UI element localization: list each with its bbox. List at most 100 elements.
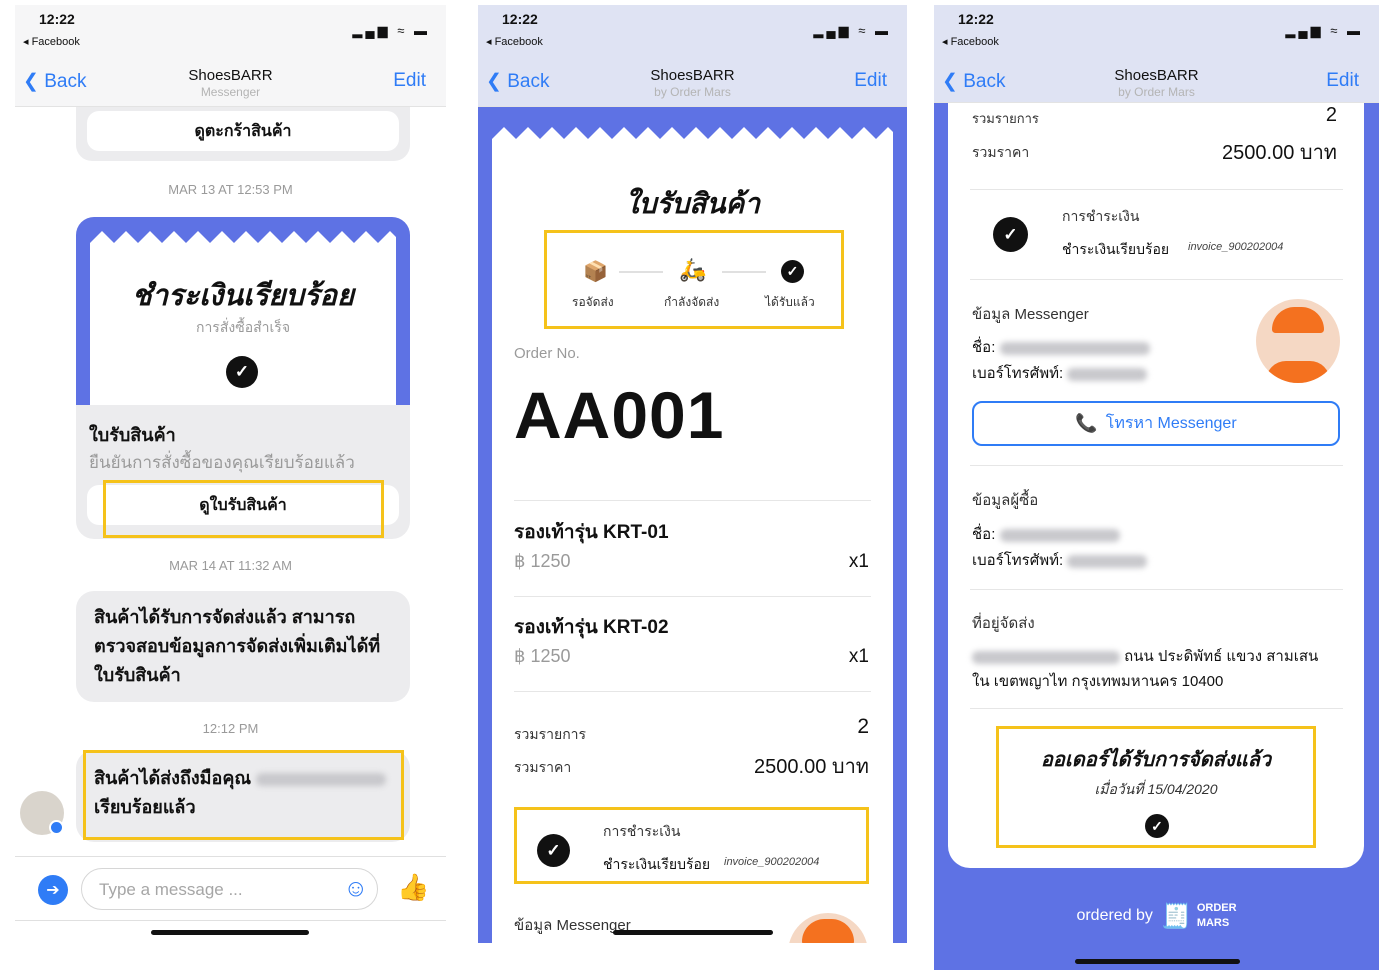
- signal-wifi-battery-icon: ▂▄▆ ≈ ▬: [813, 23, 891, 38]
- redacted-name: [999, 341, 1150, 355]
- back-to-facebook[interactable]: ◂ Facebook: [486, 35, 543, 48]
- phone-label: เบอร์โทรศัพท์:: [972, 365, 1064, 382]
- view-cart-button[interactable]: ดูตะกร้าสินค้า: [87, 111, 399, 151]
- payment-label: การชำระเงิน: [1062, 208, 1140, 224]
- address-section-label: ที่อยู่จัดส่ง: [972, 615, 1035, 632]
- redacted-address: [972, 650, 1120, 664]
- edit-button[interactable]: Edit: [393, 70, 426, 92]
- receipt-title: ใบรับสินค้า: [625, 188, 760, 219]
- orange-cap: [1272, 307, 1324, 333]
- name-label: ชื่อ:: [972, 526, 996, 543]
- brand-bottom: MARS: [1196, 917, 1230, 929]
- order-number: AA001: [514, 378, 725, 452]
- divider: [514, 691, 871, 692]
- name-label: ชื่อ:: [972, 339, 996, 356]
- chat-subtitle: Messenger: [200, 85, 261, 99]
- messenger-avatar: [1256, 299, 1340, 383]
- call-messenger-button[interactable]: 📞 โทรหา Messenger: [972, 401, 1340, 446]
- item-name: รองเท้ารุ่น KRT-01: [514, 522, 669, 543]
- invoice-number: invoice_900202004: [724, 856, 820, 868]
- emoji-icon[interactable]: ☺: [343, 875, 368, 903]
- orange-cap: [802, 919, 854, 943]
- page-title: ShoesBARR: [1114, 67, 1199, 84]
- back-to-facebook[interactable]: ◂ Facebook: [23, 35, 80, 48]
- order-label: Order No.: [514, 345, 580, 362]
- address-line-1: ถนน ประดิพัทธ์ แขวง สามเสน: [972, 644, 1318, 668]
- card-description: ยืนยันการสั่งซื้อของคุณเรียบร้อยแล้ว: [89, 453, 355, 472]
- shipped-message-bubble: สินค้าได้รับการจัดส่งแล้ว สามารถตรวจสอบข…: [76, 591, 410, 702]
- message-input[interactable]: Type a message ... ☺: [81, 868, 378, 910]
- phone-receipt-bottom: 12:22 ◂ Facebook ▂▄▆ ≈ ▬ ❮ Back ShoesBAR…: [934, 5, 1379, 970]
- step-line: [619, 271, 663, 273]
- status-time: 12:22: [958, 11, 994, 27]
- package-icon: 📦: [583, 261, 608, 283]
- buyer-name-row: ชื่อ:: [972, 522, 1120, 546]
- status-bar: 12:22 ◂ Facebook ▂▄▆ ≈ ▬: [478, 5, 907, 55]
- edit-button[interactable]: Edit: [854, 70, 887, 92]
- total-items-label: รวมรายการ: [972, 111, 1039, 126]
- phone-label: เบอร์โทรศัพท์:: [972, 552, 1064, 569]
- home-indicator[interactable]: [151, 930, 309, 935]
- redacted-phone: [1067, 554, 1148, 568]
- address-street: ถนน ประดิพัทธ์ แขวง สามเสน: [1124, 648, 1319, 665]
- avatar: [20, 791, 64, 835]
- check-icon: ✓: [781, 260, 804, 283]
- divider: [514, 500, 871, 501]
- payment-label: การชำระเงิน: [603, 823, 681, 839]
- nav-bar: ❮ Back ShoesBARR by Order Mars Edit: [478, 55, 907, 107]
- status-bar: 12:22 ◂ Facebook ▂▄▆ ≈ ▬: [934, 5, 1379, 55]
- edit-button[interactable]: Edit: [1326, 70, 1359, 92]
- payment-status: ชำระเงินเรียบร้อย: [603, 856, 711, 872]
- back-to-facebook[interactable]: ◂ Facebook: [942, 35, 999, 48]
- card-title: ใบรับสินค้า: [89, 425, 176, 445]
- total-items-value: 2: [1325, 104, 1337, 126]
- divider: [15, 920, 446, 921]
- invoice-number: invoice_900202004: [1188, 241, 1284, 253]
- card-banner: ชำระเงินเรียบร้อย การสั่งซื้อสำเร็จ ✓: [76, 217, 410, 405]
- scooter-icon: 🛵: [679, 257, 707, 282]
- phone-messenger-chat: 12:22 ◂ Facebook ▂▄▆ ≈ ▬ ❮ Back ShoesBAR…: [15, 5, 446, 940]
- total-items-value: 2: [857, 715, 869, 738]
- divider: [970, 279, 1343, 280]
- signal-wifi-battery-icon: ▂▄▆ ≈ ▬: [352, 23, 430, 38]
- buyer-phone-row: เบอร์โทรศัพท์:: [972, 548, 1148, 572]
- call-button-label: โทรหา Messenger: [1105, 415, 1237, 432]
- shipped-box: ออเดอร์ได้รับการจัดส่งแล้ว เมื่อวันที่ 1…: [996, 726, 1316, 848]
- item-name: รองเท้ารุ่น KRT-02: [514, 617, 669, 638]
- shipped-date: เมื่อวันที่ 15/04/2020: [1094, 781, 1218, 797]
- phone-icon: 📞: [1075, 413, 1098, 433]
- home-indicator[interactable]: [613, 930, 773, 935]
- home-indicator[interactable]: [1075, 959, 1240, 964]
- shipped-title: ออเดอร์ได้รับการจัดส่งแล้ว: [1040, 749, 1272, 771]
- expand-arrow-icon[interactable]: ➔: [38, 875, 68, 905]
- item-price: ฿ 1250: [514, 646, 571, 666]
- signal-wifi-battery-icon: ▂▄▆ ≈ ▬: [1285, 23, 1363, 38]
- status-steps: 📦 🛵 ✓ รอจัดส่ง กำลังจัดส่ง ได้รับแล้ว: [544, 230, 844, 329]
- message-placeholder: Type a message ...: [99, 880, 243, 899]
- payment-box: ✓ การชำระเงิน ชำระเงินเรียบร้อย invoice_…: [514, 807, 869, 884]
- nav-bar: ❮ Back ShoesBARR Messenger Edit: [15, 55, 446, 107]
- total-price-value: 2500.00 บาท: [1222, 142, 1337, 164]
- paid-subtitle: การสั่งซื้อสำเร็จ: [195, 319, 291, 335]
- address-line-2: ใน เขตพญาไท กรุงเทพมหานคร 10400: [972, 673, 1224, 690]
- item-price: ฿ 1250: [514, 551, 571, 571]
- highlight-box: [83, 750, 404, 840]
- highlight-box: [103, 480, 384, 538]
- total-price-label: รวมราคา: [972, 144, 1030, 160]
- phone-row: เบอร์โทรศัพท์:: [972, 361, 1148, 385]
- check-icon: ✓: [993, 217, 1028, 252]
- item-qty: x1: [848, 646, 869, 667]
- check-icon: ✓: [1145, 814, 1169, 838]
- brand-name: ORDER MARS: [1197, 901, 1237, 931]
- messenger-badge-icon: [49, 820, 64, 835]
- thumbs-up-icon[interactable]: 👍: [397, 872, 429, 903]
- nav-bar: ❮ Back ShoesBARR by Order Mars Edit: [934, 55, 1379, 103]
- divider: [15, 856, 446, 857]
- check-icon: ✓: [226, 356, 258, 388]
- total-price-label: รวมราคา: [514, 759, 572, 775]
- check-icon: ✓: [537, 834, 570, 867]
- footer-brand: ordered by 🧾 ORDER MARS: [934, 901, 1379, 931]
- redacted-phone: [1067, 367, 1148, 381]
- redacted-name: [999, 528, 1120, 542]
- buyer-section-label: ข้อมูลผู้ซื้อ: [972, 492, 1039, 509]
